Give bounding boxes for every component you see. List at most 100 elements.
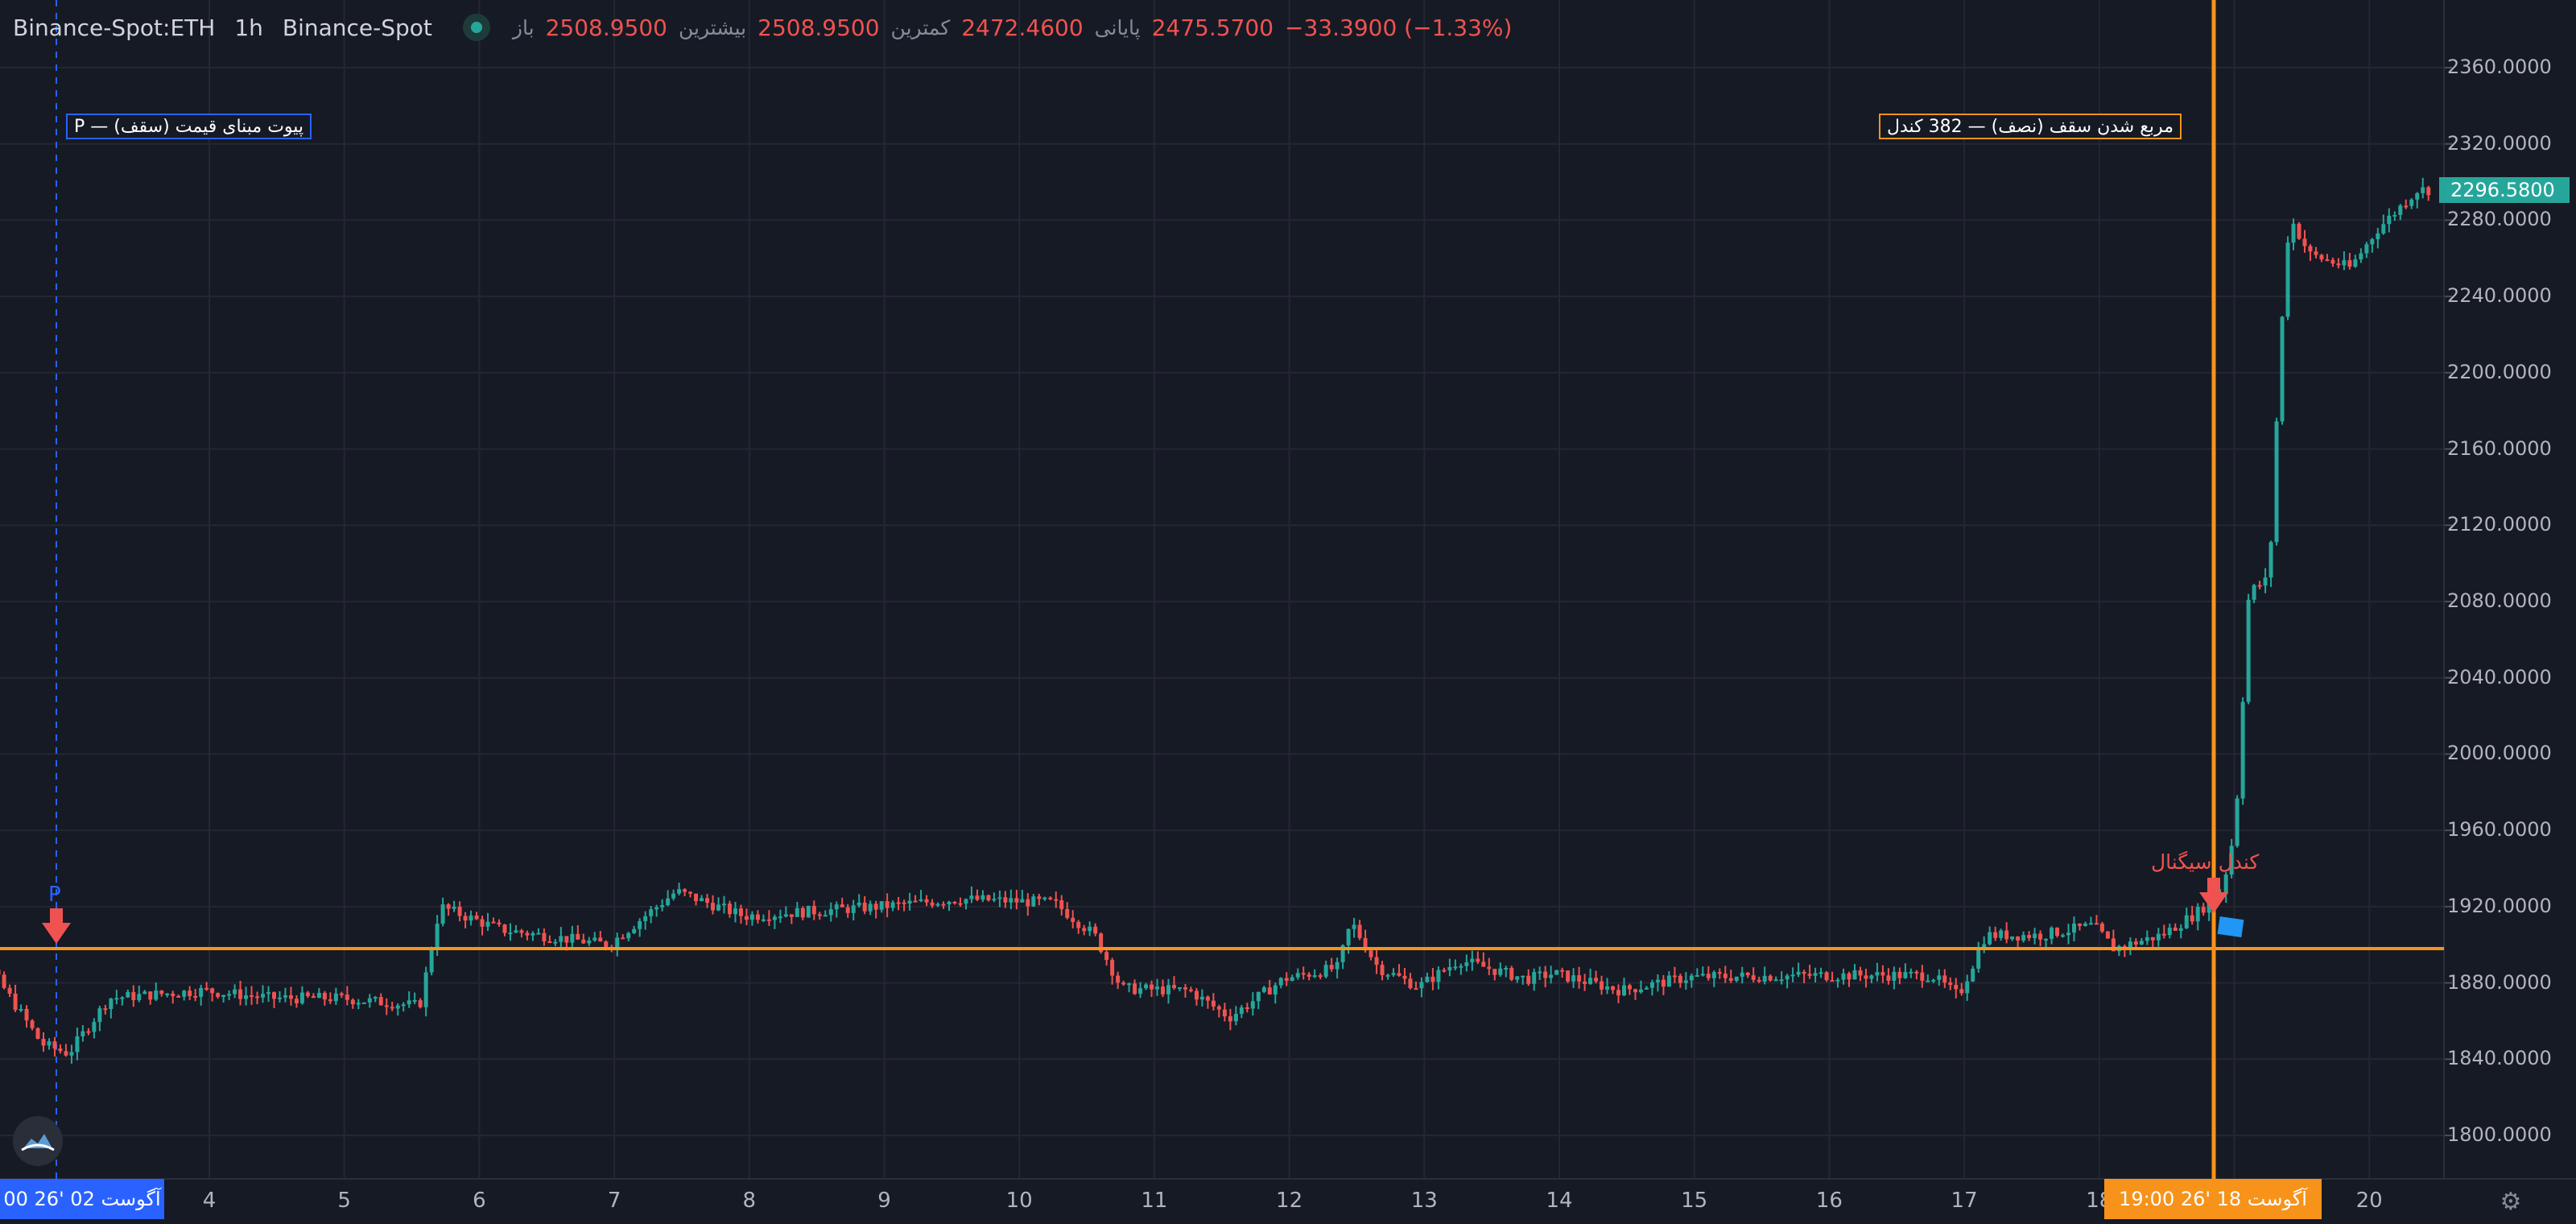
candle-up (1352, 924, 1356, 929)
candle-up (868, 904, 873, 912)
candle-down (390, 1007, 394, 1009)
candle-up (2381, 224, 2386, 234)
time-axis-label: 20 (2355, 1189, 2383, 1213)
candle-up (2033, 933, 2037, 938)
candle-down (711, 903, 716, 911)
candle-down (204, 987, 209, 990)
candle-down (446, 904, 451, 909)
candle-down (1307, 974, 1311, 977)
candle-up (2342, 260, 2347, 266)
candle-down (604, 941, 609, 948)
candle-down (873, 904, 878, 910)
candle-up (367, 998, 372, 1003)
candle-down (2161, 933, 2166, 936)
candle-up (2010, 936, 2015, 940)
candle-up (570, 933, 575, 943)
candle-up (733, 908, 737, 915)
market-status-icon[interactable] (462, 14, 490, 41)
candle-down (755, 914, 760, 920)
candle-down (1245, 1007, 1249, 1009)
candle-up (299, 992, 304, 1003)
price-axis-label: 2000.0000 (2447, 742, 2552, 765)
candle-down (941, 904, 946, 906)
candle-up (1976, 950, 1981, 969)
candle-up (114, 998, 119, 1000)
candle-up (485, 921, 490, 927)
candle-up (2066, 932, 2071, 936)
candle-up (423, 972, 428, 1007)
candle-down (103, 1008, 108, 1011)
candle-down (294, 999, 299, 1003)
candle-up (2145, 937, 2149, 941)
candle-up (1779, 979, 1784, 982)
candle-down (378, 997, 383, 1006)
candle-up (2359, 253, 2363, 260)
candle-down (845, 907, 850, 913)
candle-down (1048, 897, 1053, 899)
candle-down (1267, 987, 1272, 994)
candle-up (2088, 923, 2093, 925)
candle-up (834, 904, 839, 910)
candle-up (1813, 973, 1818, 976)
candle-up (126, 992, 130, 998)
candle-up (407, 1000, 411, 1005)
candle-up (2021, 935, 2026, 941)
signal-candle-label[interactable]: کندل سیگنال (2151, 850, 2259, 874)
candle-down (1301, 973, 1306, 975)
chart-pane[interactable] (0, 0, 2576, 1224)
candle-down (322, 992, 327, 1000)
candle-down (271, 992, 276, 999)
symbol-legend: Binance-Spot:ETH 1h Binance-Spot باز 250… (13, 11, 1512, 43)
candle-up (677, 889, 682, 894)
candle-down (1807, 974, 1812, 976)
square-note-box[interactable]: مربع شدن سقف (نصف) — 382 کندل (1879, 114, 2182, 139)
candle-up (2392, 214, 2397, 217)
candle-down (1672, 975, 1677, 978)
candle-up (772, 916, 777, 920)
candle-up (165, 993, 170, 995)
candle-up (2415, 192, 2420, 200)
candle-up (1323, 965, 1328, 977)
candle-down (502, 924, 507, 933)
candle-down (2004, 930, 2009, 940)
candle-up (716, 904, 721, 911)
candle-down (24, 1008, 29, 1021)
candle-down (1942, 975, 1947, 983)
candle-down (576, 933, 580, 940)
candle-down (418, 1000, 423, 1007)
candle-up (1644, 987, 1649, 990)
candle-down (288, 994, 293, 999)
candle-down (2173, 927, 2178, 931)
pivot-marker-label[interactable]: P (48, 883, 61, 907)
candle-up (182, 990, 187, 997)
price-axis-label: 1960.0000 (2447, 818, 2552, 842)
timeframe-label[interactable]: 1h (234, 14, 263, 41)
chart-canvas[interactable] (0, 0, 2576, 1224)
candle-down (1442, 970, 1447, 972)
candle-up (1532, 972, 1537, 984)
candle-down (13, 993, 18, 1011)
time-axis-label: 15 (1681, 1189, 1708, 1213)
candle-down (131, 992, 136, 1000)
candle-up (1734, 976, 1739, 981)
candle-up (1841, 973, 1846, 980)
symbol-name[interactable]: Binance-Spot:ETH (13, 14, 215, 41)
candle-down (688, 891, 693, 894)
candle-down (1222, 1009, 1227, 1017)
candle-down (1745, 972, 1750, 976)
low-label: کمترین (890, 15, 951, 39)
candle-up (1689, 975, 1694, 981)
app-logo-icon[interactable] (13, 1116, 63, 1166)
candle-up (2061, 935, 2066, 937)
candle-up (1127, 983, 1132, 986)
pivot-note-box[interactable]: P — پیوت مبنای قیمت (سقف) (66, 114, 312, 139)
settings-gear-icon[interactable]: ⚙ (2497, 1189, 2524, 1216)
candle-up (1199, 996, 1204, 1000)
candle-down (1380, 965, 1385, 975)
candle-down (2314, 251, 2318, 255)
candle-down (1183, 987, 1187, 990)
candle-up (806, 905, 811, 918)
candle-up (429, 949, 434, 973)
candle-up (700, 898, 704, 902)
candle-down (2099, 923, 2104, 932)
